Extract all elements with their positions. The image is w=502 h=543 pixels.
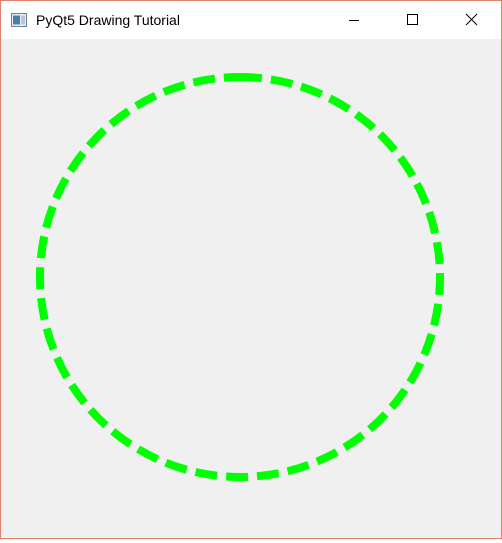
minimize-button[interactable] [331, 1, 377, 39]
app-window-icon [11, 13, 27, 27]
maximize-button[interactable] [389, 1, 435, 39]
window-title: PyQt5 Drawing Tutorial [36, 12, 180, 28]
close-button[interactable] [449, 1, 495, 39]
app-window: PyQt5 Drawing Tutorial [0, 0, 502, 539]
title-bar[interactable]: PyQt5 Drawing Tutorial [1, 1, 501, 39]
dashed-circle [36, 73, 444, 481]
drawing-canvas [1, 39, 501, 538]
drawing-surface [36, 73, 444, 481]
